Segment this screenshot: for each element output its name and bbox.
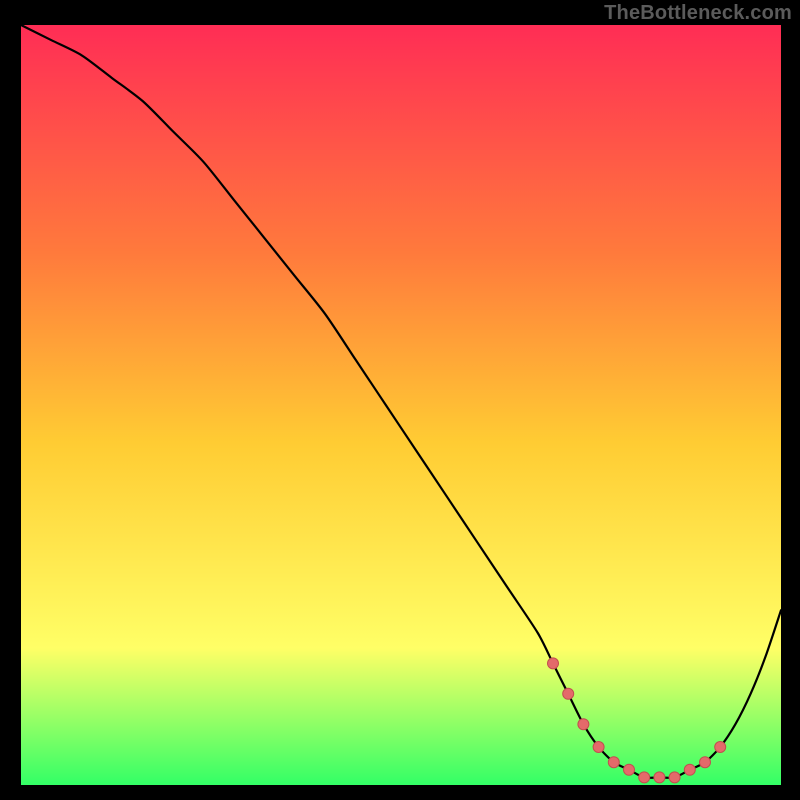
gradient-background (21, 25, 781, 785)
marker-point (654, 772, 665, 783)
marker-point (639, 772, 650, 783)
marker-point (593, 742, 604, 753)
marker-point (578, 719, 589, 730)
marker-point (563, 688, 574, 699)
chart-stage: TheBottleneck.com (0, 0, 800, 800)
marker-point (684, 764, 695, 775)
watermark-text: TheBottleneck.com (604, 2, 792, 25)
marker-point (548, 658, 559, 669)
marker-point (700, 757, 711, 768)
marker-point (669, 772, 680, 783)
marker-point (624, 764, 635, 775)
marker-point (608, 757, 619, 768)
marker-point (715, 742, 726, 753)
plot-area (21, 25, 781, 785)
bottleneck-chart (21, 25, 781, 785)
